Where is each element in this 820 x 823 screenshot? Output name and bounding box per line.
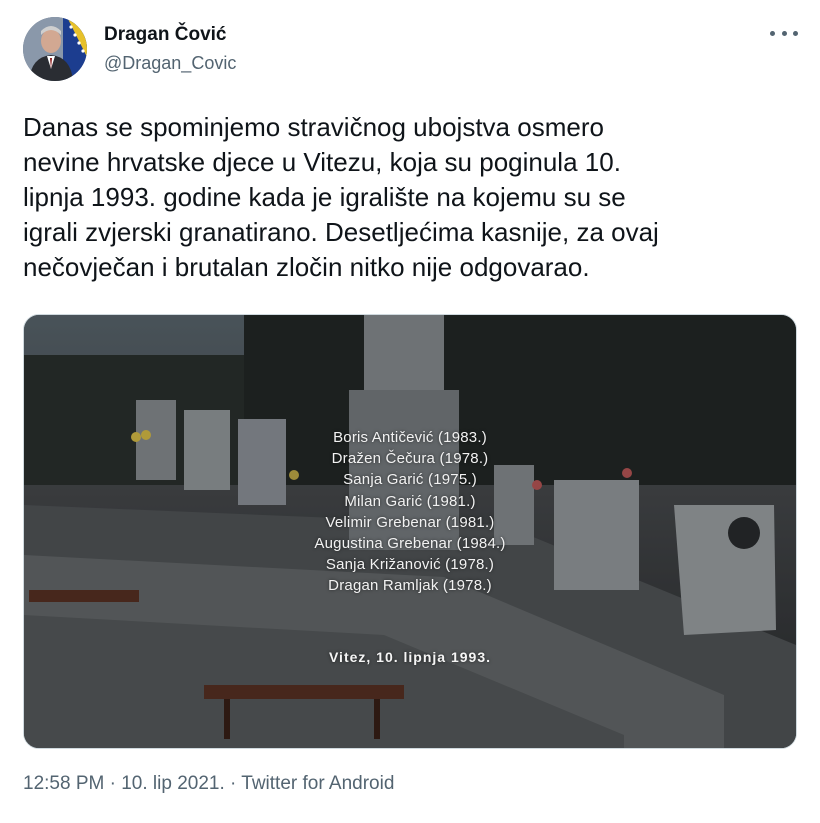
author-handle[interactable]: @Dragan_Covic [104, 53, 236, 74]
tweet-text: Danas se spominjemo stravičnog ubojstva … [23, 112, 659, 282]
tweet-timestamp[interactable]: 12:58 PM · 10. lip 2021. · Twitter for A… [23, 773, 394, 795]
victim-name: Augustina Grebenar (1984.) [314, 535, 506, 553]
more-horizontal-icon[interactable] [770, 22, 798, 44]
victim-name: Dražen Čečura (1978.) [331, 450, 489, 468]
victim-name: Sanja Garić (1975.) [343, 471, 477, 489]
victim-name: Dragan Ramljak (1978.) [328, 577, 492, 595]
victims-list: Boris Antičević (1983.) Dražen Čečura (1… [24, 427, 796, 597]
author-name[interactable]: Dragan Čović [104, 24, 226, 46]
victim-name: Milan Garić (1981.) [344, 492, 476, 510]
victim-name: Sanja Križanović (1978.) [325, 556, 495, 574]
avatar[interactable] [23, 17, 87, 81]
photo-caption: Vitez, 10. lipnja 1993. [328, 649, 492, 665]
tweet-photo[interactable]: Boris Antičević (1983.) Dražen Čečura (1… [23, 314, 797, 749]
victim-name: Boris Antičević (1983.) [333, 429, 487, 446]
tweet-card: Dragan Čović @Dragan_Covic Danas se spom… [0, 0, 820, 823]
victim-name: Velimir Grebenar (1981.) [325, 513, 495, 531]
